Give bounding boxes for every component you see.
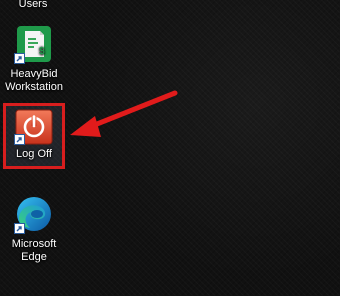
edge-browser-icon — [14, 194, 54, 234]
microsoft-edge-label: Microsoft Edge — [11, 238, 57, 263]
desktop-icon-log-off[interactable]: Log Off — [1, 109, 67, 161]
svg-text:$: $ — [39, 46, 45, 57]
users-label: Users — [18, 0, 48, 10]
desktop-icon-heavybid-workstation[interactable]: $ HeavyBid Workstation — [1, 24, 67, 94]
power-icon — [14, 109, 54, 145]
desktop-icon-microsoft-edge[interactable]: Microsoft Edge — [1, 194, 67, 264]
heavybid-label: HeavyBid Workstation — [5, 68, 63, 93]
shortcut-arrow-icon — [14, 223, 25, 234]
log-off-label: Log Off — [16, 148, 52, 160]
shortcut-arrow-icon — [14, 134, 25, 145]
shortcut-arrow-icon — [14, 53, 25, 64]
desktop: Users $ HeavyBid Workstation Log Off Mic… — [0, 0, 340, 296]
heavybid-document-icon: $ — [14, 24, 54, 64]
desktop-icon-users[interactable]: Users — [0, 0, 66, 11]
